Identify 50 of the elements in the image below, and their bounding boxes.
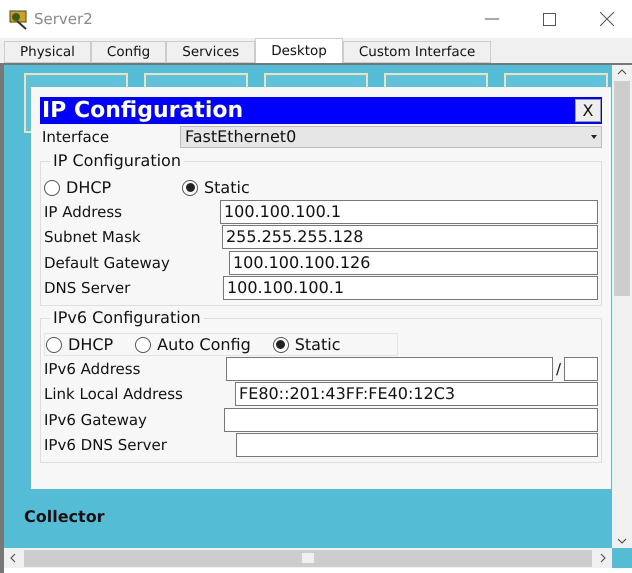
radio-label: DHCP <box>68 334 114 356</box>
prefix-field[interactable] <box>564 356 598 381</box>
field-label: IPv6 Address <box>44 358 142 380</box>
radio-button[interactable] <box>135 336 152 352</box>
input-field[interactable]: 100.100.100.1 <box>223 276 598 300</box>
group-legend: IPv6 Configuration <box>50 308 204 328</box>
tab[interactable]: Desktop <box>255 38 343 63</box>
tab[interactable]: Custom Interface <box>342 41 492 63</box>
dialog-title: IP Configuration <box>42 100 244 122</box>
tab[interactable]: Services <box>166 41 256 63</box>
radio-label: Auto Config <box>157 334 251 356</box>
input-field[interactable]: 100.100.100.1 <box>220 200 598 224</box>
radio-label: Static <box>204 176 250 198</box>
radio-label: DHCP <box>66 176 112 198</box>
scrollbar-corner <box>612 548 632 568</box>
close-icon[interactable] <box>600 12 614 26</box>
field-label: Link Local Address <box>44 384 184 405</box>
field-label: Default Gateway <box>44 252 171 274</box>
input-field[interactable] <box>224 408 598 432</box>
window-title: Server2 <box>34 8 93 30</box>
prefix-separator: / <box>554 358 562 380</box>
radio-button[interactable] <box>272 336 289 352</box>
input-field[interactable]: 100.100.100.126 <box>229 250 598 275</box>
input-field[interactable]: FE80::201:43FF:FE40:12C3 <box>235 382 598 406</box>
close-button[interactable]: X <box>575 99 601 122</box>
field-label: DNS Server <box>44 278 132 299</box>
vertical-scrollbar[interactable] <box>612 65 632 548</box>
app-caption: Collector <box>24 507 105 526</box>
tab[interactable]: Physical <box>4 41 91 63</box>
interface-dropdown[interactable]: FastEthernet0 <box>180 126 602 148</box>
group-legend: IP Configuration <box>50 151 184 171</box>
radio-button[interactable] <box>44 180 60 196</box>
field-label: IP Address <box>44 202 123 222</box>
input-field[interactable] <box>226 356 553 381</box>
dropdown-value: FastEthernet0 <box>185 126 296 148</box>
maximize-icon[interactable] <box>543 12 556 26</box>
radio-button[interactable] <box>46 336 62 352</box>
field-label: IPv6 Gateway <box>44 410 148 430</box>
field-label: IPv6 DNS Server <box>44 435 168 456</box>
radio-label: Static <box>294 334 340 356</box>
scrollbar-thumb[interactable] <box>614 81 630 296</box>
tab[interactable]: Config <box>90 41 166 63</box>
caret-icon <box>591 135 597 139</box>
scrollbar-grip[interactable] <box>302 553 314 563</box>
input-field[interactable] <box>236 433 598 458</box>
field-label: Interface <box>42 126 110 148</box>
field-label: Subnet Mask <box>44 227 142 248</box>
radio-button[interactable] <box>182 180 198 196</box>
horizontal-scrollbar[interactable] <box>4 548 612 568</box>
input-field[interactable]: 255.255.255.128 <box>222 225 598 250</box>
